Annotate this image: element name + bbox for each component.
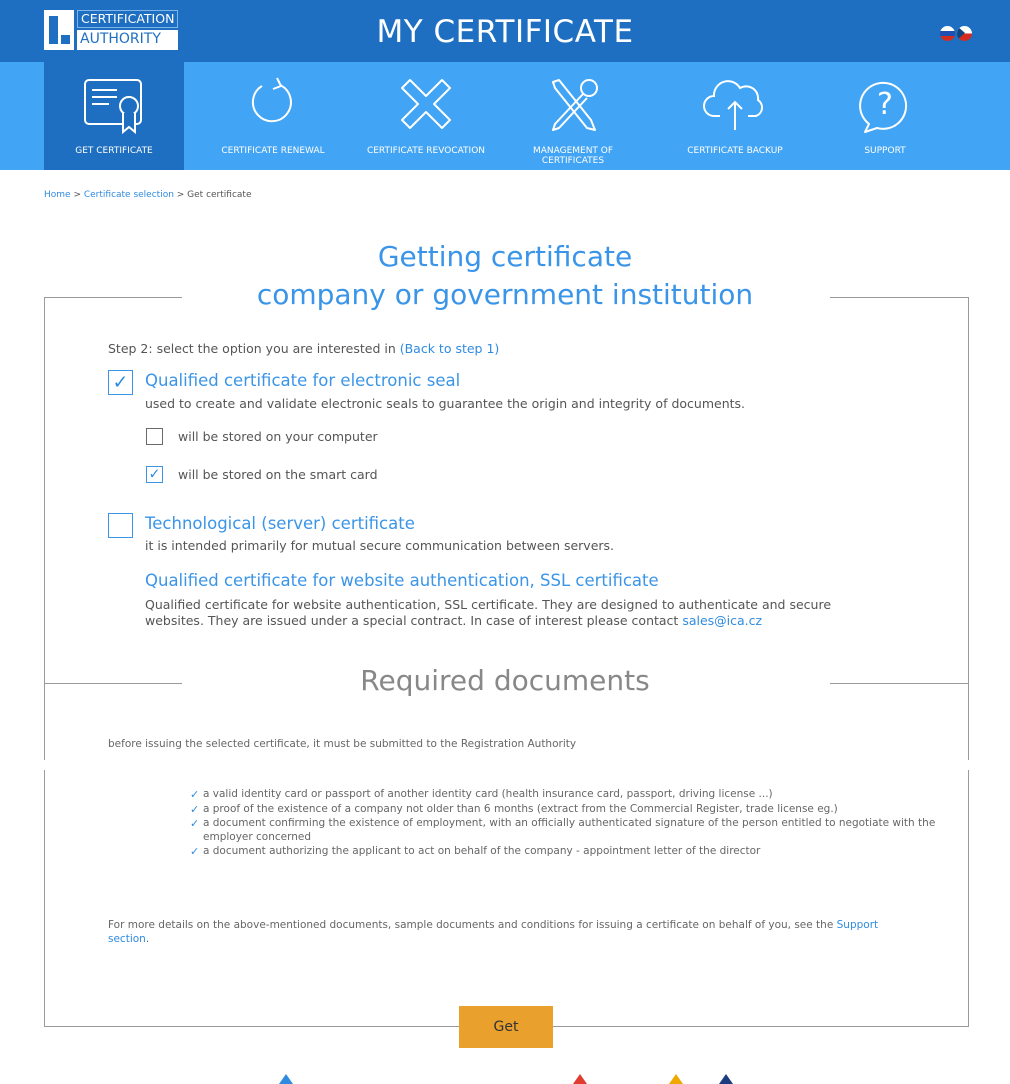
store-on-computer-label: will be stored on your computer (178, 429, 378, 444)
tools-icon (552, 79, 598, 131)
partner-logo (719, 1074, 733, 1084)
check-icon: ✓ (148, 466, 161, 483)
nav-label-certificate-renewal: CERTIFICATE RENEWAL (221, 146, 325, 156)
nav-item-certificate-backup[interactable]: CERTIFICATE BACKUP (670, 62, 800, 170)
required-documents-list: ✓ a valid identity card or passport of an… (190, 788, 940, 860)
nav-item-certificate-renewal[interactable]: CERTIFICATE RENEWAL (207, 62, 339, 170)
sk-flag-icon[interactable] (940, 26, 955, 41)
list-item: ✓ a document authorizing the applicant to… (190, 845, 761, 858)
site-title: MY CERTIFICATE (376, 14, 634, 50)
store-on-computer-checkbox[interactable] (146, 428, 163, 445)
get-button[interactable]: Get (459, 1006, 553, 1048)
page-title-line1: Getting certificate (377, 240, 633, 273)
language-switcher (940, 26, 972, 41)
nav-item-get-certificate[interactable]: GET CERTIFICATE (44, 62, 184, 170)
nav-item-management[interactable]: MANAGEMENT OF CERTIFICATES (512, 62, 634, 170)
store-on-smart-card-checkbox[interactable]: ✓ (146, 466, 163, 483)
partner-logo (279, 1074, 293, 1084)
nav-item-support[interactable]: ? SUPPORT (840, 62, 930, 170)
check-icon: ✓ (190, 845, 200, 858)
nav-label-management: MANAGEMENT OF CERTIFICATES (532, 146, 614, 166)
partner-logo (573, 1074, 587, 1084)
sales-email-link[interactable]: sales@ica.cz (682, 613, 762, 628)
breadcrumb: Home > Certificate selection > Get certi… (44, 190, 252, 200)
nav-item-certificate-revocation[interactable]: CERTIFICATE REVOCATION (350, 62, 502, 170)
cz-flag-icon[interactable] (957, 26, 972, 41)
more-details-text: For more details on the above-mentioned … (108, 919, 879, 945)
breadcrumb-certificate-selection[interactable]: Certificate selection (84, 190, 174, 200)
renewal-icon (251, 77, 292, 123)
seal-certificate-checkbox[interactable]: ✓ (108, 370, 133, 395)
store-on-smart-card-label: will be stored on the smart card (178, 467, 378, 482)
certificate-icon (84, 79, 142, 135)
check-icon: ✓ (112, 371, 129, 394)
top-header: CERTIFICATION AUTHORITY MY CERTIFICATE (0, 0, 1010, 62)
step-instructions: Step 2: select the option you are intere… (108, 341, 500, 356)
svg-text:?: ? (877, 87, 893, 122)
list-item: ✓ a proof of the existence of a company n… (190, 802, 838, 816)
server-certificate-checkbox[interactable] (108, 513, 133, 538)
seal-certificate-description: used to create and validate electronic s… (145, 396, 745, 411)
question-icon: ? (859, 81, 908, 133)
check-icon: ✓ (190, 802, 200, 816)
check-icon: ✓ (190, 788, 200, 801)
breadcrumb-home[interactable]: Home (44, 190, 71, 200)
nav-label-support: SUPPORT (864, 146, 906, 156)
cloud-upload-icon (703, 80, 763, 130)
server-certificate-description: it is intended primarily for mutual secu… (145, 538, 615, 553)
server-certificate-title: Technological (server) certificate (145, 514, 415, 533)
seal-certificate-title: Qualified certificate for electronic sea… (145, 371, 461, 390)
nav-label-certificate-backup: CERTIFICATE BACKUP (687, 146, 783, 156)
list-item: ✓ a valid identity card or passport of an… (190, 788, 773, 801)
required-documents-intro: before issuing the selected certificate,… (108, 738, 577, 750)
nav-label-certificate-revocation: CERTIFICATE REVOCATION (366, 146, 486, 156)
revocation-icon (401, 79, 451, 129)
back-to-step1-link[interactable]: (Back to step 1) (400, 341, 500, 356)
list-item: ✓ a document confirming the existence of … (190, 817, 936, 843)
check-icon: ✓ (190, 817, 200, 830)
ssl-certificate-description: Qualified certificate for website authen… (145, 597, 832, 628)
required-documents-title: Required documents (360, 664, 650, 697)
nav-label-get-certificate: GET CERTIFICATE (75, 146, 153, 156)
ssl-certificate-title: Qualified certificate for website authen… (145, 571, 659, 590)
breadcrumb-current: Get certificate (187, 190, 252, 200)
main-nav: GET CERTIFICATE CERTIFICATE RENEWAL CERT… (0, 62, 1010, 170)
partner-logo (669, 1074, 683, 1084)
